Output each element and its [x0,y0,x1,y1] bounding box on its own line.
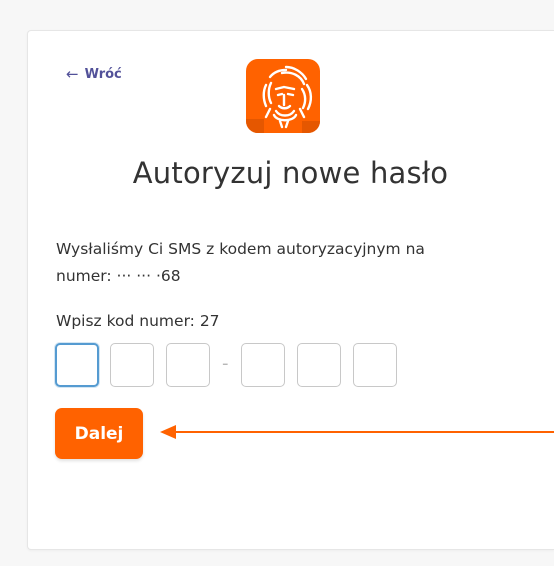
sms-info-text: Wysłaliśmy Ci SMS z kodem autoryzacyjnym… [56,236,496,290]
code-digit-4[interactable] [241,343,285,387]
next-button[interactable]: Dalej [55,408,143,459]
sms-info-line-2: numer: ··· ··· ·68 [56,267,181,285]
code-separator: - [222,353,229,374]
code-digit-2[interactable] [110,343,154,387]
code-label: Wpisz kod numer: 27 [56,312,220,330]
code-digit-3[interactable] [166,343,210,387]
code-digit-6[interactable] [353,343,397,387]
page-title: Autoryzuj nowe hasło [132,156,449,190]
back-link[interactable]: ← Wróć [66,65,122,83]
lion-icon [246,65,320,133]
code-digit-5[interactable] [297,343,341,387]
back-label: Wróć [84,67,122,82]
code-digit-1[interactable] [55,343,99,387]
page: ← Wróć Autoryzuj nowe hasło Wysłaliśmy C… [0,0,554,566]
ing-lion-logo [246,59,320,133]
back-arrow-icon: ← [66,65,79,83]
sms-info-line-1: Wysłaliśmy Ci SMS z kodem autoryzacyjnym… [56,240,425,258]
